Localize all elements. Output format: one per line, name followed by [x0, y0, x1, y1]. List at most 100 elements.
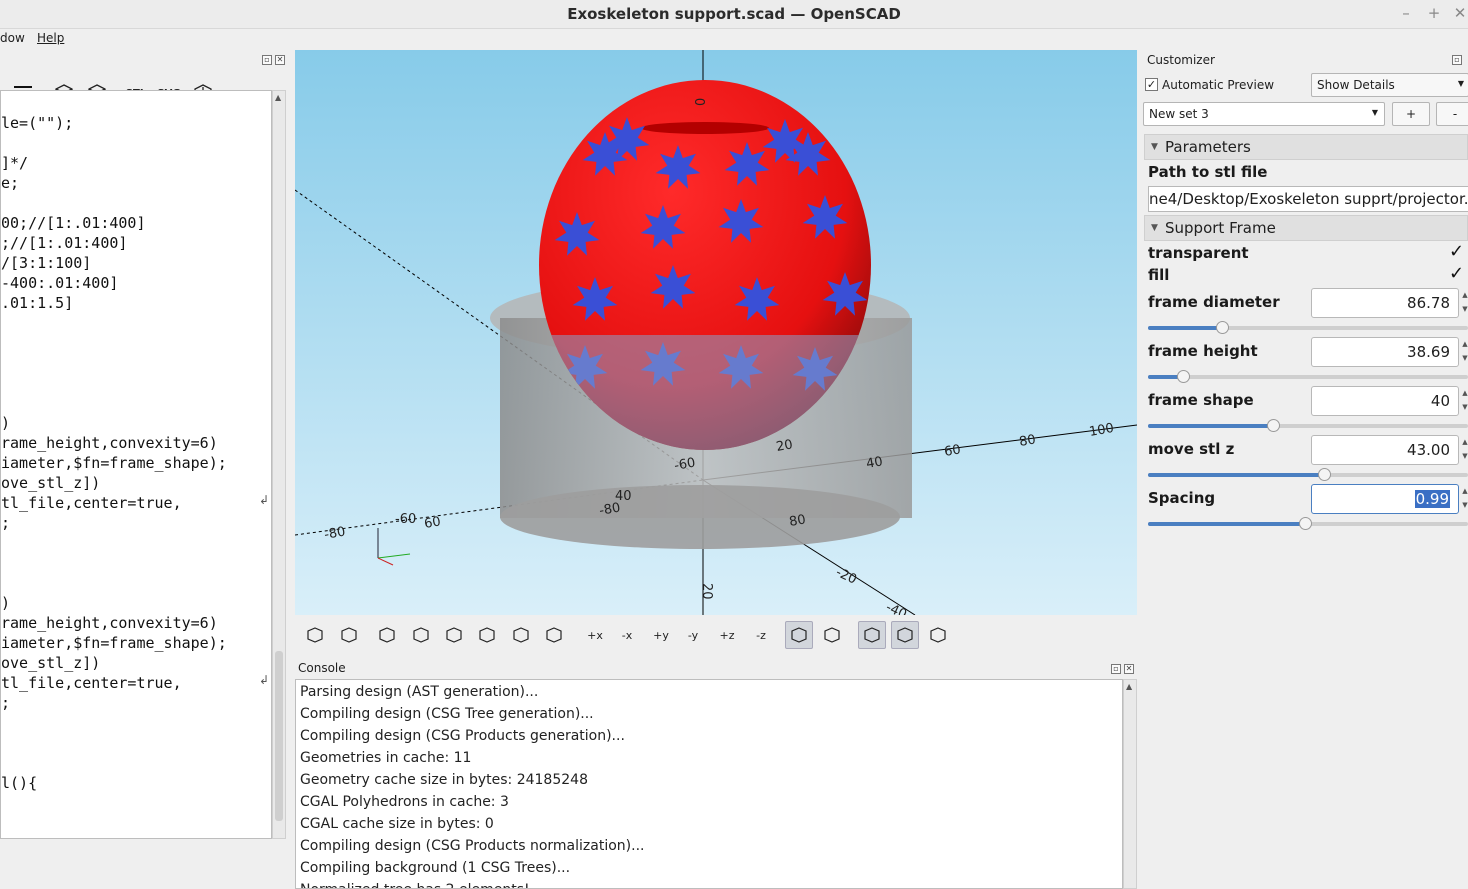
maximize-button[interactable]: +	[1426, 4, 1442, 22]
view-center-icon[interactable]	[507, 621, 535, 649]
console-scrollbar[interactable]: ▲	[1123, 679, 1137, 889]
view-toolbar: +x -x +y -y +z -z	[295, 617, 1137, 653]
section-title: Parameters	[1165, 138, 1251, 156]
orthogonal-icon[interactable]	[818, 621, 846, 649]
axis-scale-label: 40	[865, 454, 884, 472]
close-editor-icon[interactable]: ✕	[275, 55, 285, 65]
transparent-checkbox[interactable]: ✓	[1449, 241, 1464, 262]
spin-down-icon[interactable]: ▼	[1459, 498, 1468, 512]
customizer-panel: Customizer ▫ ✓ Automatic Preview Show De…	[1140, 50, 1468, 889]
spin-up-icon[interactable]: ▲	[1459, 386, 1468, 400]
preset-select[interactable]: New set 3 ▼	[1143, 102, 1385, 126]
menu-bar: dow Help	[0, 29, 1468, 50]
param-label: frame shape	[1148, 391, 1254, 409]
param-value-input[interactable]: 0.99	[1311, 484, 1459, 514]
add-preset-button[interactable]: +	[1392, 102, 1430, 126]
slider-handle[interactable]	[1318, 468, 1331, 481]
reset-view-icon[interactable]	[473, 621, 501, 649]
param-slider[interactable]	[1148, 419, 1468, 432]
chevron-down-icon: ▼	[1371, 108, 1378, 117]
chevron-down-icon: ▼	[1151, 223, 1158, 233]
perspective-icon[interactable]	[785, 621, 813, 649]
console-line: Geometries in cache: 11	[300, 750, 472, 766]
editor-scrollbar[interactable]: ▲	[272, 90, 286, 839]
path-input[interactable]: ne4/Desktop/Exoskeleton supprt/projector…	[1148, 186, 1468, 212]
spin-down-icon[interactable]: ▼	[1459, 449, 1468, 463]
minimize-button[interactable]: –	[1398, 4, 1414, 22]
console-line: Compiling background (1 CSG Trees)...	[300, 860, 571, 876]
menu-window[interactable]: dow	[0, 31, 25, 45]
spin-down-icon[interactable]: ▼	[1459, 351, 1468, 365]
view-minus-y-button[interactable]: -y	[679, 621, 707, 649]
section-parameters[interactable]: ▼ Parameters	[1144, 134, 1468, 160]
console-line: Geometry cache size in bytes: 24185248	[300, 772, 588, 788]
code-line: 00;//[1:.01:400]	[1, 214, 146, 232]
slider-handle[interactable]	[1266, 419, 1280, 432]
section-support-frame[interactable]: ▼ Support Frame	[1144, 215, 1468, 241]
param-value-input[interactable]: 38.69	[1311, 337, 1459, 367]
close-console-icon[interactable]: ✕	[1124, 664, 1134, 674]
axes-icon[interactable]	[858, 621, 886, 649]
title-bar: Exoskeleton support.scad — OpenSCAD – + …	[0, 0, 1468, 29]
spin-buttons[interactable]: ▲ ▼	[1459, 484, 1468, 514]
close-button[interactable]: ✕	[1452, 4, 1468, 22]
view-minus-x-button[interactable]: -x	[613, 621, 641, 649]
param-value-input[interactable]: 40	[1311, 386, 1459, 416]
zoom-in-icon[interactable]	[407, 621, 435, 649]
param-slider[interactable]	[1148, 468, 1468, 481]
details-select[interactable]: Show Details ▼	[1311, 73, 1468, 97]
float-console-icon[interactable]: ▫	[1111, 664, 1121, 674]
view-minus-z-button[interactable]: -z	[747, 621, 775, 649]
auto-preview-checkbox[interactable]: ✓	[1145, 78, 1158, 91]
axis-scale-label: -60	[395, 512, 416, 527]
param-value-input[interactable]: 43.00	[1311, 435, 1459, 465]
3d-viewport[interactable]: 02040608010020406080-20-40-60-80-20-60-8…	[295, 50, 1137, 615]
spin-down-icon[interactable]: ▼	[1459, 400, 1468, 414]
menu-help[interactable]: Help	[37, 31, 64, 45]
spin-buttons[interactable]: ▲ ▼	[1459, 386, 1468, 416]
spin-buttons[interactable]: ▲ ▼	[1459, 337, 1468, 367]
param-value-input[interactable]: 86.78	[1311, 288, 1459, 318]
spin-up-icon[interactable]: ▲	[1459, 484, 1468, 498]
axis-scale-label: 60	[943, 442, 962, 460]
scale-markers-icon[interactable]	[891, 621, 919, 649]
remove-preset-button[interactable]: -	[1436, 102, 1468, 126]
param-slider[interactable]	[1148, 321, 1468, 334]
axis-scale-label: 20	[699, 583, 714, 600]
param-slider[interactable]	[1148, 517, 1468, 530]
fill-checkbox[interactable]: ✓	[1449, 263, 1464, 284]
render-icon[interactable]	[335, 621, 363, 649]
float-editor-icon[interactable]: ▫	[262, 55, 272, 65]
preview-icon[interactable]	[301, 621, 329, 649]
console-line: Compiling design (CSG Products normaliza…	[300, 838, 645, 854]
param-label: frame diameter	[1148, 293, 1280, 311]
float-customizer-icon[interactable]: ▫	[1452, 55, 1462, 65]
code-line: tl_file,center=true,	[1, 494, 182, 512]
scroll-up-icon[interactable]: ▲	[1126, 682, 1132, 691]
edges-icon[interactable]	[924, 621, 952, 649]
param-label-transparent: transparent	[1148, 244, 1249, 262]
details-select-value: Show Details	[1317, 78, 1395, 92]
code-editor[interactable]: le=("");]*/ e; 00;//[1:.01:400] ;//[1:.01:4…	[0, 90, 272, 839]
spin-buttons[interactable]: ▲ ▼	[1459, 435, 1468, 465]
scroll-up-icon[interactable]: ▲	[275, 93, 281, 102]
slider-handle[interactable]	[1215, 321, 1229, 334]
spin-buttons[interactable]: ▲ ▼	[1459, 288, 1468, 318]
zoom-out-icon[interactable]	[440, 621, 468, 649]
selected-value-text: 0.99	[1414, 490, 1450, 508]
spin-up-icon[interactable]: ▲	[1459, 435, 1468, 449]
view-plusminus-z-button[interactable]: +z	[713, 621, 741, 649]
scroll-thumb[interactable]	[275, 651, 283, 821]
surface-icon[interactable]	[540, 621, 568, 649]
view-all-icon[interactable]	[373, 621, 401, 649]
spin-up-icon[interactable]: ▲	[1459, 337, 1468, 351]
slider-handle[interactable]	[1177, 370, 1191, 383]
console-output[interactable]: Parsing design (AST generation)... Compil…	[295, 679, 1123, 889]
spin-down-icon[interactable]: ▼	[1459, 302, 1468, 316]
view-plusminus-x-button[interactable]: +x	[581, 621, 609, 649]
slider-handle[interactable]	[1298, 517, 1312, 530]
view-plusminus-y-button[interactable]: +y	[647, 621, 675, 649]
param-slider[interactable]	[1148, 370, 1468, 383]
spin-up-icon[interactable]: ▲	[1459, 288, 1468, 302]
